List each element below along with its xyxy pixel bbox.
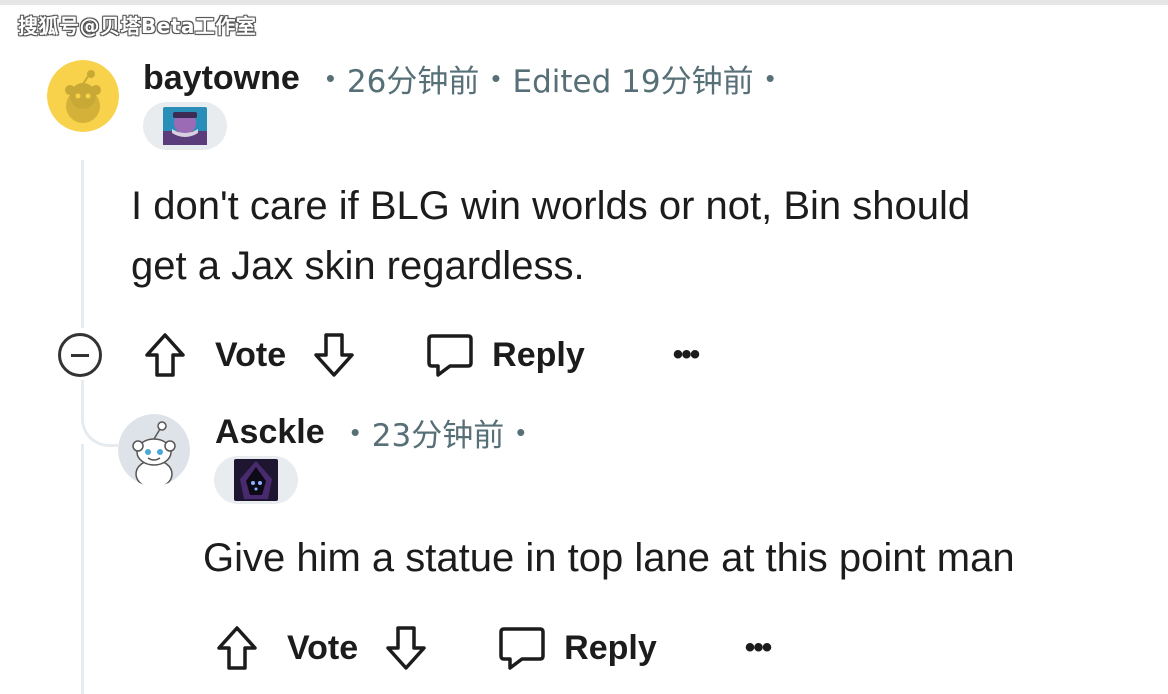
edited-timestamp: Edited 19分钟前 [512,63,754,100]
champion-flair-icon [234,459,278,501]
user-flair [143,102,227,150]
collapse-button[interactable] [58,333,102,377]
separator-dot: • [491,62,501,93]
thread-line[interactable] [81,160,84,328]
timestamp[interactable]: 23分钟前 [372,410,504,455]
comment-icon [427,334,473,377]
upvote-button[interactable] [215,625,259,671]
top-divider [0,0,1168,5]
reply-button[interactable]: Reply [498,625,657,671]
separator-dot: • [765,62,775,93]
vote-label: Vote [215,335,287,374]
watermark: 搜狐号@贝塔Beta工作室 [18,14,257,38]
comment-actions: Vote Reply ••• [143,330,700,380]
downvote-button[interactable] [312,332,356,378]
comment-body-line: get a Jax skin regardless. [131,244,585,288]
username[interactable]: Asckle [215,413,325,452]
comment-body-line: Give him a statue in top lane at this po… [203,536,1015,580]
collapse-icon [71,353,89,357]
downvote-icon [386,626,426,670]
downvote-icon [314,333,354,377]
user-flair [214,456,298,504]
separator-dot: • [325,62,335,93]
username[interactable]: baytowne [143,59,300,98]
thread-line [81,444,84,694]
comment-body-line: I don't care if BLG win worlds or not, B… [131,184,971,228]
more-icon[interactable]: ••• [673,338,700,372]
comment-meta: Asckle • 23分钟前 • [215,410,537,454]
reply-thread-connector [81,380,118,447]
reply-label: Reply [564,628,657,667]
comment-icon [499,627,545,670]
downvote-button[interactable] [384,625,428,671]
comment-actions: Vote Reply ••• [215,623,772,673]
comment-meta: baytowne • 26分钟前 • Edited 19分钟前 • [143,56,787,100]
snoo-avatar-icon [118,414,190,486]
snoo-avatar-icon [47,60,119,132]
separator-dot: • [350,416,360,447]
separator-dot: • [516,416,526,447]
upvote-icon [217,626,257,670]
comment-body: Give him a statue in top lane at this po… [203,528,1015,588]
reply-label: Reply [492,335,585,374]
avatar[interactable] [47,60,119,132]
vote-label: Vote [287,628,359,667]
timestamp[interactable]: 26分钟前 [347,56,479,101]
champion-flair-icon [163,107,207,145]
comment-body: I don't care if BLG win worlds or not, B… [131,176,970,296]
upvote-button[interactable] [143,332,187,378]
more-icon[interactable]: ••• [745,631,772,665]
reply-button[interactable]: Reply [426,332,585,378]
avatar[interactable] [118,414,190,486]
upvote-icon [145,333,185,377]
